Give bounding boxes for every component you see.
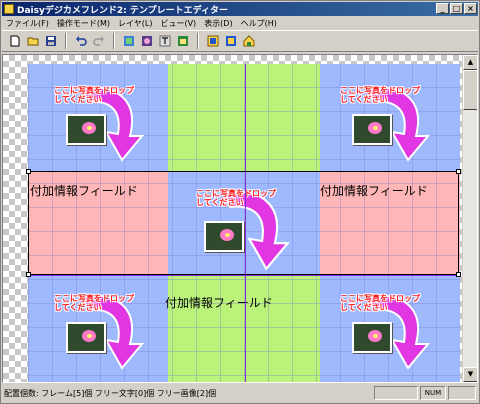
info-field-label: 付加情報フィールド	[165, 296, 273, 310]
template-stage[interactable]: ここに写真をドロップ してください ここに写真をドロップ してください ここに写…	[26, 64, 461, 382]
menu-file[interactable]: ファイル(F)	[2, 18, 53, 29]
drop-hint-line2: してください	[54, 95, 102, 104]
flower-center	[373, 126, 378, 130]
drop-hint-line2: してください	[340, 95, 388, 104]
status-panel	[448, 386, 476, 400]
flower-center	[87, 126, 92, 130]
layer-down-button[interactable]	[222, 33, 239, 49]
num-indicator: NUM	[420, 386, 446, 400]
drop-hint-line1: ここに写真をドロップ	[340, 294, 420, 303]
drop-hint-line1: ここに写真をドロップ	[54, 86, 134, 95]
selection-box[interactable]	[26, 169, 461, 277]
app-icon	[4, 4, 14, 14]
window-title: Daisyデジカメフレンド2: テンプレートエディター	[17, 5, 228, 16]
resize-handle[interactable]	[26, 169, 31, 174]
close-button[interactable]: ×	[464, 3, 477, 14]
minimize-button[interactable]: _	[436, 3, 449, 14]
photo-drop-placeholder[interactable]: ここに写真をドロップ してください	[338, 74, 438, 164]
sample-photo	[66, 322, 106, 353]
layer-down-icon	[225, 36, 236, 46]
status-panel	[374, 386, 418, 400]
menu-mode[interactable]: 操作モード(M)	[53, 18, 114, 29]
save-icon	[45, 36, 56, 46]
open-button[interactable]	[24, 33, 41, 49]
frame-tool-icon	[123, 36, 134, 46]
info-cell[interactable]	[168, 275, 320, 382]
menu-help[interactable]: ヘルプ(H)	[237, 18, 281, 29]
maximize-button[interactable]: □	[450, 3, 463, 14]
flower-center	[373, 334, 378, 338]
save-button[interactable]	[42, 33, 59, 49]
toolbar-separator	[113, 33, 115, 49]
photo-drop-placeholder[interactable]: ここに写真をドロップ してください	[52, 282, 152, 372]
flower-center	[87, 334, 92, 338]
frame-tool-button[interactable]	[120, 33, 137, 49]
layer-up-icon	[207, 35, 218, 47]
title-bar: Daisyデジカメフレンド2: テンプレートエディター _ □ ×	[2, 2, 478, 16]
open-icon	[27, 37, 38, 46]
toolbar-separator	[197, 33, 199, 49]
photo-drop-placeholder[interactable]: ここに写真をドロップ してください	[52, 74, 152, 164]
toolbar	[2, 30, 478, 52]
window-controls: _ □ ×	[436, 3, 477, 14]
scroll-down-button[interactable]: ▼	[463, 367, 477, 382]
properties-button[interactable]	[240, 33, 257, 49]
frame-cell[interactable]	[168, 64, 320, 171]
sample-photo	[66, 114, 106, 145]
photo-tool-button[interactable]	[138, 33, 155, 49]
undo-icon	[75, 36, 87, 46]
toolbar-separator	[65, 33, 67, 49]
photo-drop-placeholder[interactable]: ここに写真をドロップ してください	[338, 282, 438, 372]
redo-button[interactable]	[90, 33, 107, 49]
drop-hint-line1: ここに写真をドロップ	[54, 294, 134, 303]
status-bar: 配置個数: フレーム[5]個 フリー文字[0]個 フリー画像[2]個 NUM	[2, 385, 478, 402]
drop-hint-line2: してください	[340, 303, 388, 312]
image-tool-icon	[177, 36, 188, 46]
scroll-up-button[interactable]: ▲	[463, 55, 477, 70]
scroll-thumb[interactable]	[463, 70, 477, 110]
drop-hint-line1: ここに写真をドロップ	[340, 86, 420, 95]
sample-photo	[352, 114, 392, 145]
resize-handle[interactable]	[456, 169, 461, 174]
image-tool-button[interactable]	[174, 33, 191, 49]
undo-button[interactable]	[72, 33, 89, 49]
layer-up-button[interactable]	[204, 33, 221, 49]
canvas-area[interactable]: ここに写真をドロップ してください ここに写真をドロップ してください ここに写…	[2, 54, 478, 383]
menu-layer[interactable]: レイヤ(L)	[114, 18, 156, 29]
new-icon	[10, 35, 19, 47]
photo-tool-icon	[141, 36, 152, 46]
menu-display[interactable]: 表示(D)	[200, 18, 236, 29]
drop-hint-line2: してください	[54, 303, 102, 312]
sample-photo	[352, 322, 392, 353]
resize-handle[interactable]	[26, 272, 31, 277]
new-button[interactable]	[6, 33, 23, 49]
status-text: 配置個数: フレーム[5]個 フリー文字[0]個 フリー画像[2]個	[4, 389, 217, 398]
menu-bar: ファイル(F) 操作モード(M) レイヤ(L) ビュー(V) 表示(D) ヘルプ…	[2, 16, 478, 30]
redo-icon	[92, 36, 104, 46]
horizontal-guide[interactable]	[28, 275, 460, 276]
app-window: Daisyデジカメフレンド2: テンプレートエディター _ □ × ファイル(F…	[0, 0, 480, 404]
menu-view[interactable]: ビュー(V)	[156, 18, 200, 29]
properties-icon	[243, 35, 254, 47]
vertical-scrollbar[interactable]: ▲ ▼	[462, 55, 477, 382]
resize-handle[interactable]	[456, 272, 461, 277]
text-tool-button[interactable]	[156, 33, 173, 49]
text-tool-icon	[159, 35, 170, 47]
